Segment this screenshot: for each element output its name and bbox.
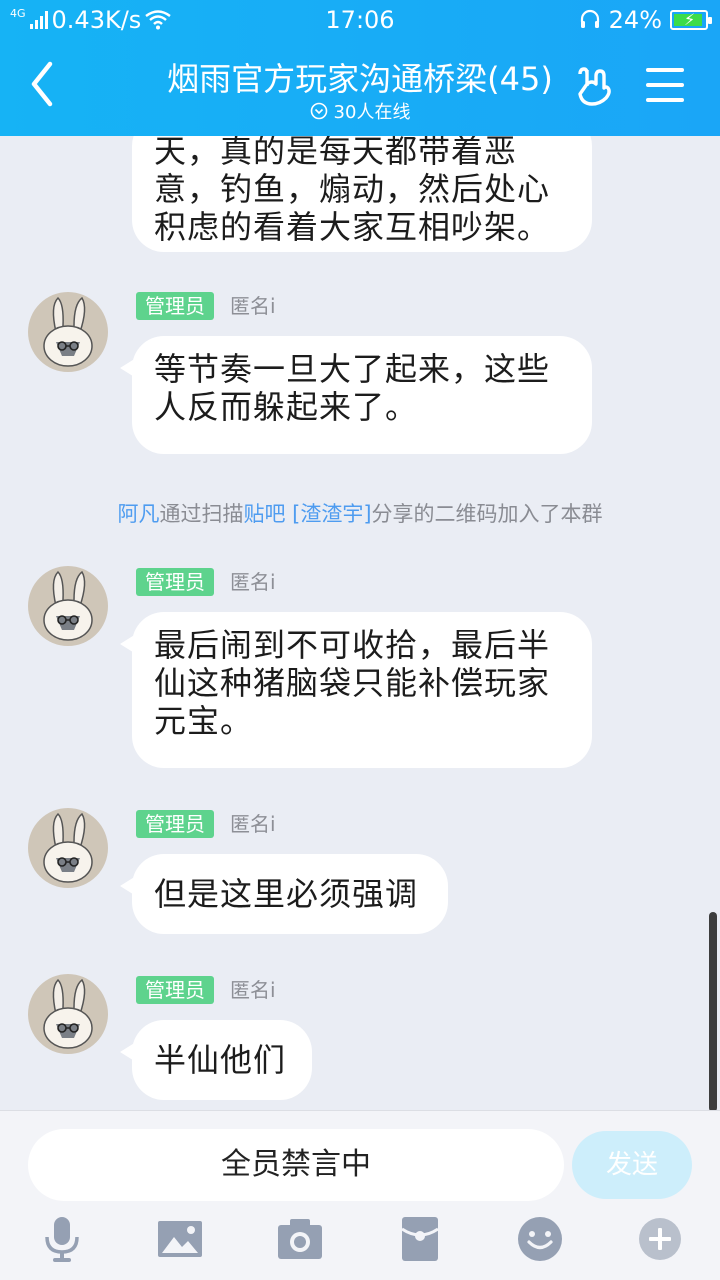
system-text: 分享的二维码加入了本群 (371, 502, 603, 526)
sender-name[interactable]: 匿名i (230, 568, 276, 596)
send-button[interactable]: 发送 (572, 1131, 692, 1199)
message-line: 人反而躲起来了。 (154, 388, 419, 426)
message-line: 积虑的看着大家互相吵架。 (154, 208, 551, 246)
rabbit-avatar-image (28, 292, 108, 372)
message-line: 等节奏一旦大了起来，这些 (154, 350, 551, 388)
sender-name[interactable]: 匿名i (230, 976, 276, 1004)
online-check-icon (310, 102, 327, 120)
scrollbar[interactable] (709, 912, 717, 1112)
battery-percent: 24% (608, 6, 662, 34)
status-bar: 4G 0.43K/s 17:06 24% ⚡ (0, 0, 720, 40)
message-line: 仙这种猪脑袋只能补偿玩家 (154, 664, 551, 702)
status-right: 24% ⚡ (579, 6, 712, 34)
message-line: 最后闹到不可收拾，最后半 (154, 626, 551, 664)
rabbit-avatar-image (28, 974, 108, 1054)
user-link[interactable]: 阿凡 (117, 502, 159, 526)
source-link[interactable]: 贴吧 (243, 502, 285, 526)
admin-badge: 管理员 (136, 810, 214, 838)
sharer-link[interactable]: [渣渣宇] (292, 502, 371, 526)
message-line: 但是这里必须强调 (154, 875, 419, 913)
avatar[interactable] (28, 566, 108, 646)
avatar[interactable] (28, 974, 108, 1054)
system-notice: 阿凡通过扫描贴吧 [渣渣宇]分享的二维码加入了本群 (0, 498, 720, 528)
emoji-icon[interactable] (516, 1215, 564, 1263)
admin-badge: 管理员 (136, 292, 214, 320)
chat-area[interactable]: 天，真的是每天都带着恶 意，钓鱼，煽动，然后处心 积虑的看着大家互相吵架。 管理… (0, 136, 720, 1110)
rabbit-avatar-image (28, 808, 108, 888)
message-bubble[interactable]: 最后闹到不可收拾，最后半 仙这种猪脑袋只能补偿玩家 元宝。 (120, 612, 592, 768)
headset-icon (580, 9, 599, 28)
microphone-icon[interactable] (38, 1215, 86, 1263)
rock-hand-button[interactable] (572, 64, 616, 108)
menu-icon (646, 68, 684, 72)
rock-hand-icon (578, 67, 611, 106)
plus-icon[interactable] (636, 1215, 684, 1263)
group-title[interactable]: 烟雨官方玩家沟通桥梁(45) (120, 54, 600, 100)
battery-icon: ⚡ (670, 10, 712, 30)
rabbit-avatar-image (28, 566, 108, 646)
menu-button[interactable] (646, 68, 684, 102)
message-line: 半仙他们 (154, 1041, 287, 1079)
admin-badge: 管理员 (136, 568, 214, 596)
muted-input-field[interactable]: 全员禁言中 (28, 1129, 564, 1201)
online-count: 30人在线 (333, 102, 411, 123)
red-packet-icon[interactable] (396, 1215, 444, 1263)
message-bubble[interactable]: 等节奏一旦大了起来，这些 人反而躲起来了。 (120, 336, 592, 454)
admin-badge: 管理员 (136, 976, 214, 1004)
sender-name[interactable]: 匿名i (230, 810, 276, 838)
avatar[interactable] (28, 292, 108, 372)
avatar[interactable] (28, 808, 108, 888)
message-bubble[interactable]: 天，真的是每天都带着恶 意，钓鱼，煽动，然后处心 积虑的看着大家互相吵架。 (132, 136, 592, 252)
image-icon[interactable] (156, 1215, 204, 1263)
message-line: 元宝。 (154, 702, 254, 740)
input-bar: 全员禁言中 发送 (0, 1110, 720, 1280)
camera-icon[interactable] (276, 1215, 324, 1263)
message-bubble[interactable]: 半仙他们 (120, 1020, 312, 1100)
message-line: 天，真的是每天都带着恶 (154, 136, 518, 170)
sender-name[interactable]: 匿名i (230, 292, 276, 320)
system-text: 通过扫描 (159, 502, 244, 526)
message-bubble[interactable]: 但是这里必须强调 (120, 854, 448, 934)
chat-header: 4G 0.43K/s 17:06 24% ⚡ 烟雨官方玩家沟通桥梁(45) 30… (0, 0, 720, 136)
message-line: 意，钓鱼，煽动，然后处心 (154, 170, 551, 208)
